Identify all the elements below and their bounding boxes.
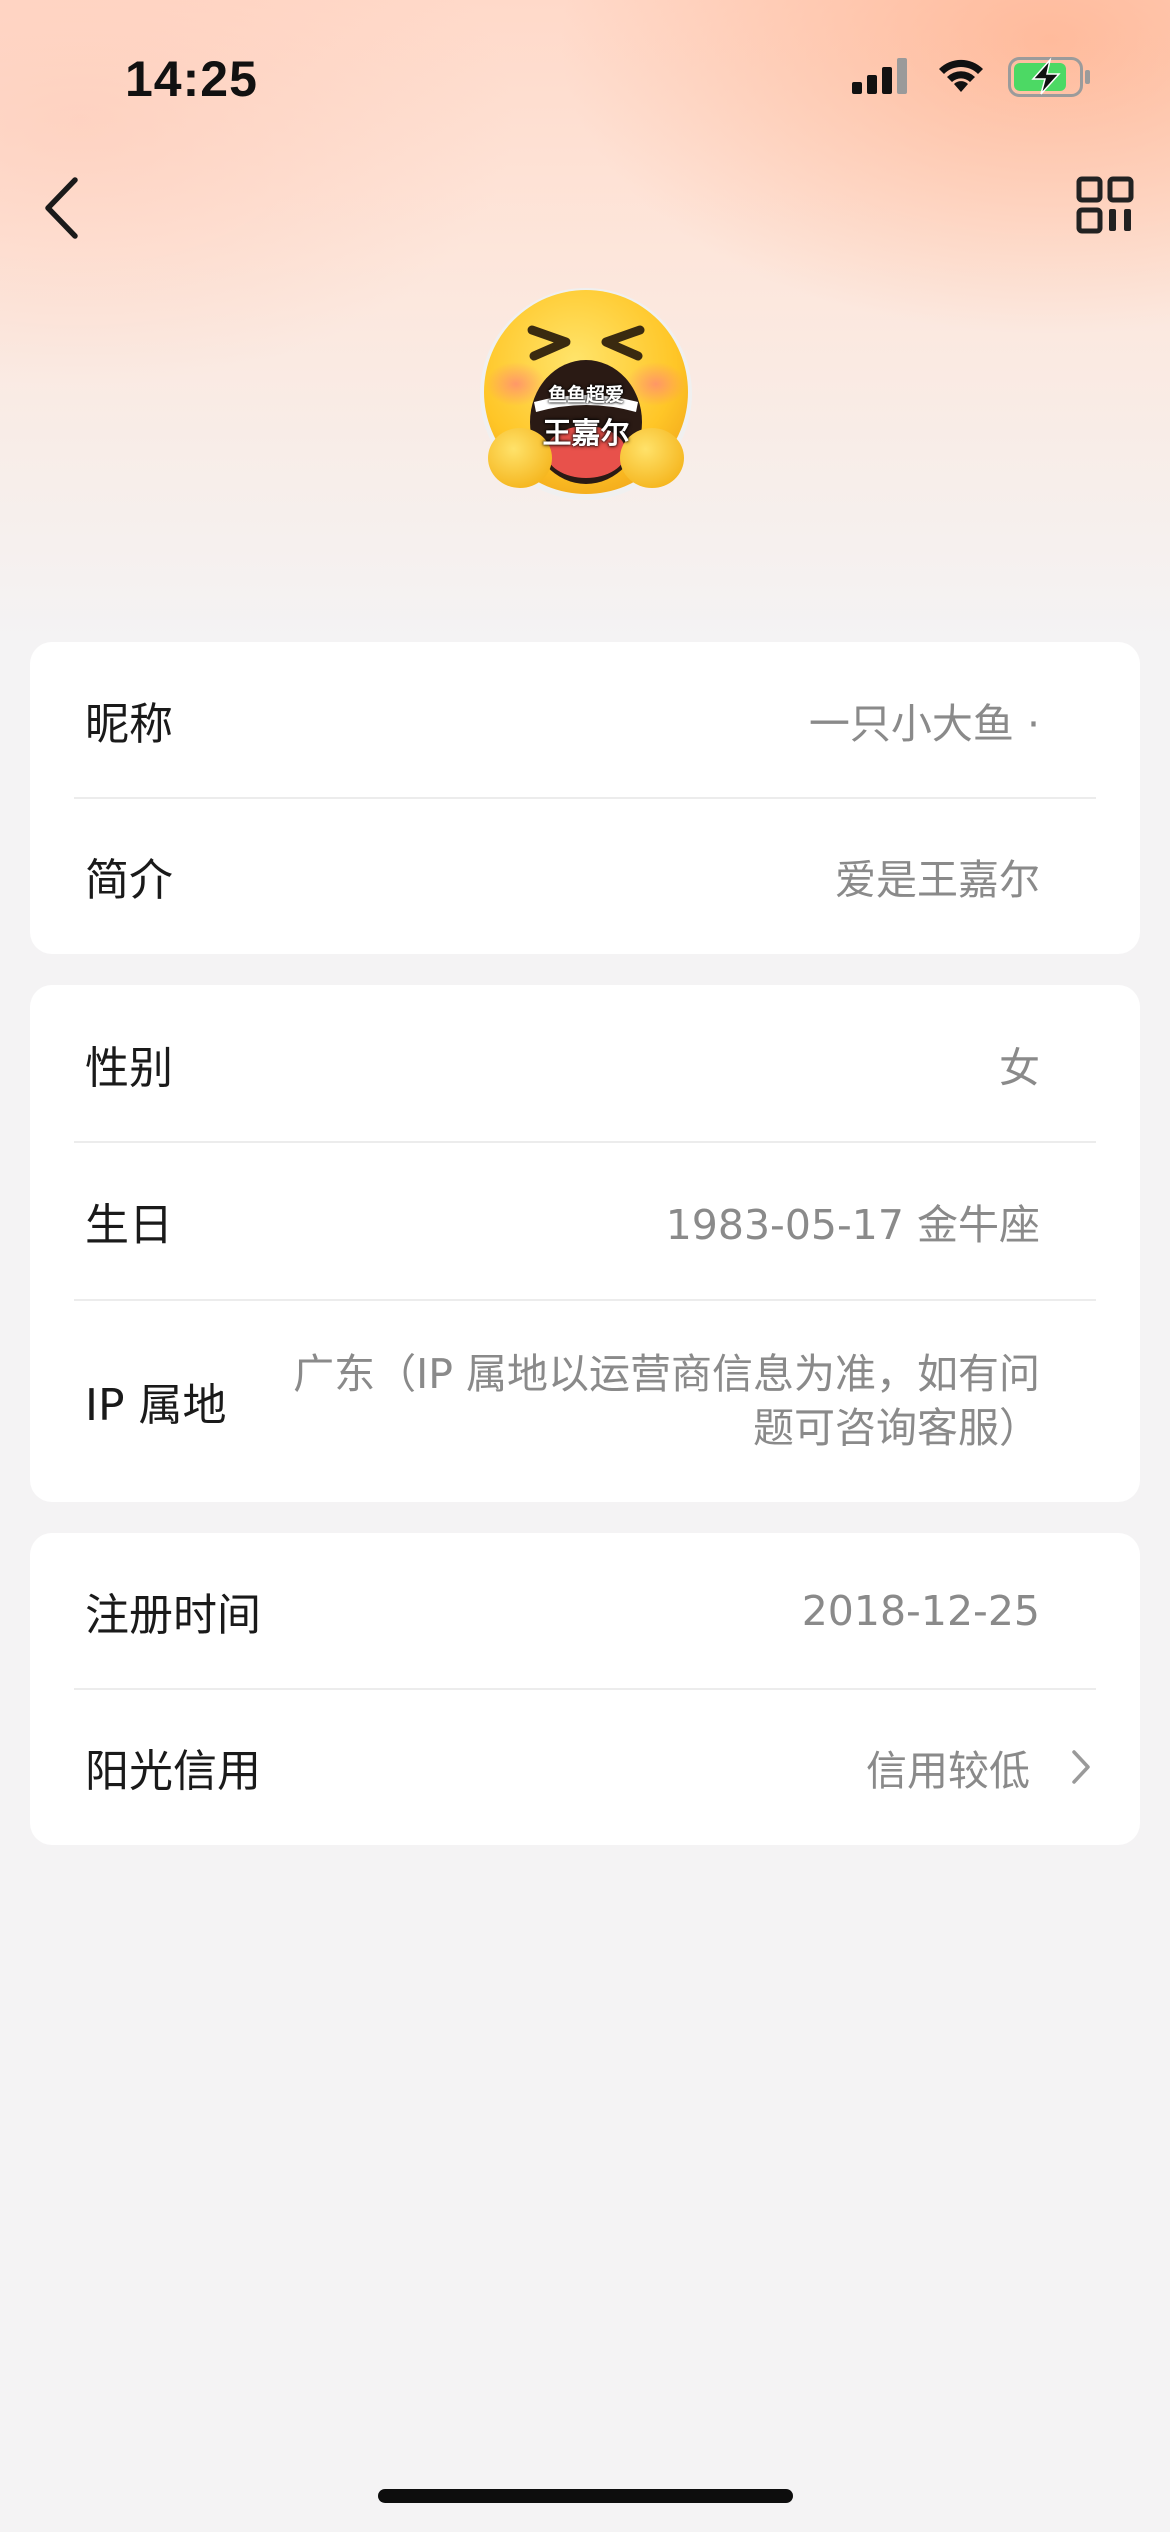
gender-label: 性别	[85, 1042, 173, 1094]
birthday-label: 生日	[85, 1199, 173, 1251]
bio-label: 简介	[85, 855, 173, 906]
ip-location-row: IP 属地 广东（IP 属地以运营商信息为准，如有问题可咨询客服）	[30, 1300, 1140, 1502]
birthday-row[interactable]: 生日 1983-05-17 金牛座	[30, 1142, 1140, 1299]
bio-value: 爱是王嘉尔	[835, 856, 1040, 904]
chevron-right-icon	[1072, 1750, 1090, 1784]
qr-code-icon	[1076, 176, 1134, 234]
gender-row[interactable]: 性别 女	[30, 985, 1140, 1142]
home-indicator	[378, 2489, 793, 2503]
account-card: 注册时间 2018-12-25 阳光信用 信用较低	[30, 1533, 1140, 1845]
profile-card: 昵称 一只小大鱼 · 简介 爱是王嘉尔	[30, 642, 1140, 954]
avatar-caption-small: 鱼鱼超爱	[547, 384, 624, 406]
status-bar: 14:25	[0, 0, 1170, 150]
back-button[interactable]	[24, 170, 100, 246]
sunshine-credit-row[interactable]: 阳光信用 信用较低	[30, 1689, 1140, 1845]
register-time-row: 注册时间 2018-12-25	[30, 1533, 1140, 1689]
nickname-value: 一只小大鱼 ·	[808, 700, 1040, 748]
ip-location-label: IP 属地	[85, 1380, 227, 1431]
ip-location-value: 广东（IP 属地以运营商信息为准，如有问题可咨询客服）	[293, 1350, 1040, 1452]
birthday-value: 1983-05-17 金牛座	[665, 1200, 1040, 1249]
battery-charging-icon	[1008, 57, 1090, 97]
avatar-caption-large: 王嘉尔	[542, 416, 630, 450]
status-time: 14:25	[125, 51, 258, 107]
navigation-bar	[0, 160, 1170, 250]
sunshine-credit-label: 阳光信用	[85, 1746, 261, 1797]
signal-icon	[852, 58, 907, 94]
gender-value: 女	[999, 1043, 1040, 1092]
register-time-label: 注册时间	[85, 1590, 261, 1641]
sunshine-credit-value: 信用较低	[866, 1747, 1030, 1795]
avatar[interactable]: 鱼鱼超爱 王嘉尔	[476, 284, 696, 514]
wifi-icon	[939, 59, 983, 92]
nickname-label: 昵称	[85, 699, 173, 750]
bio-row[interactable]: 简介 爱是王嘉尔	[30, 798, 1140, 954]
register-time-value: 2018-12-25	[801, 1587, 1040, 1635]
chevron-left-icon	[45, 177, 78, 239]
nickname-row[interactable]: 昵称 一只小大鱼 ·	[30, 642, 1140, 798]
qr-code-button[interactable]	[1070, 170, 1140, 240]
personal-info-card: 性别 女 生日 1983-05-17 金牛座 IP 属地 广东（IP 属地以运营…	[30, 985, 1140, 1502]
